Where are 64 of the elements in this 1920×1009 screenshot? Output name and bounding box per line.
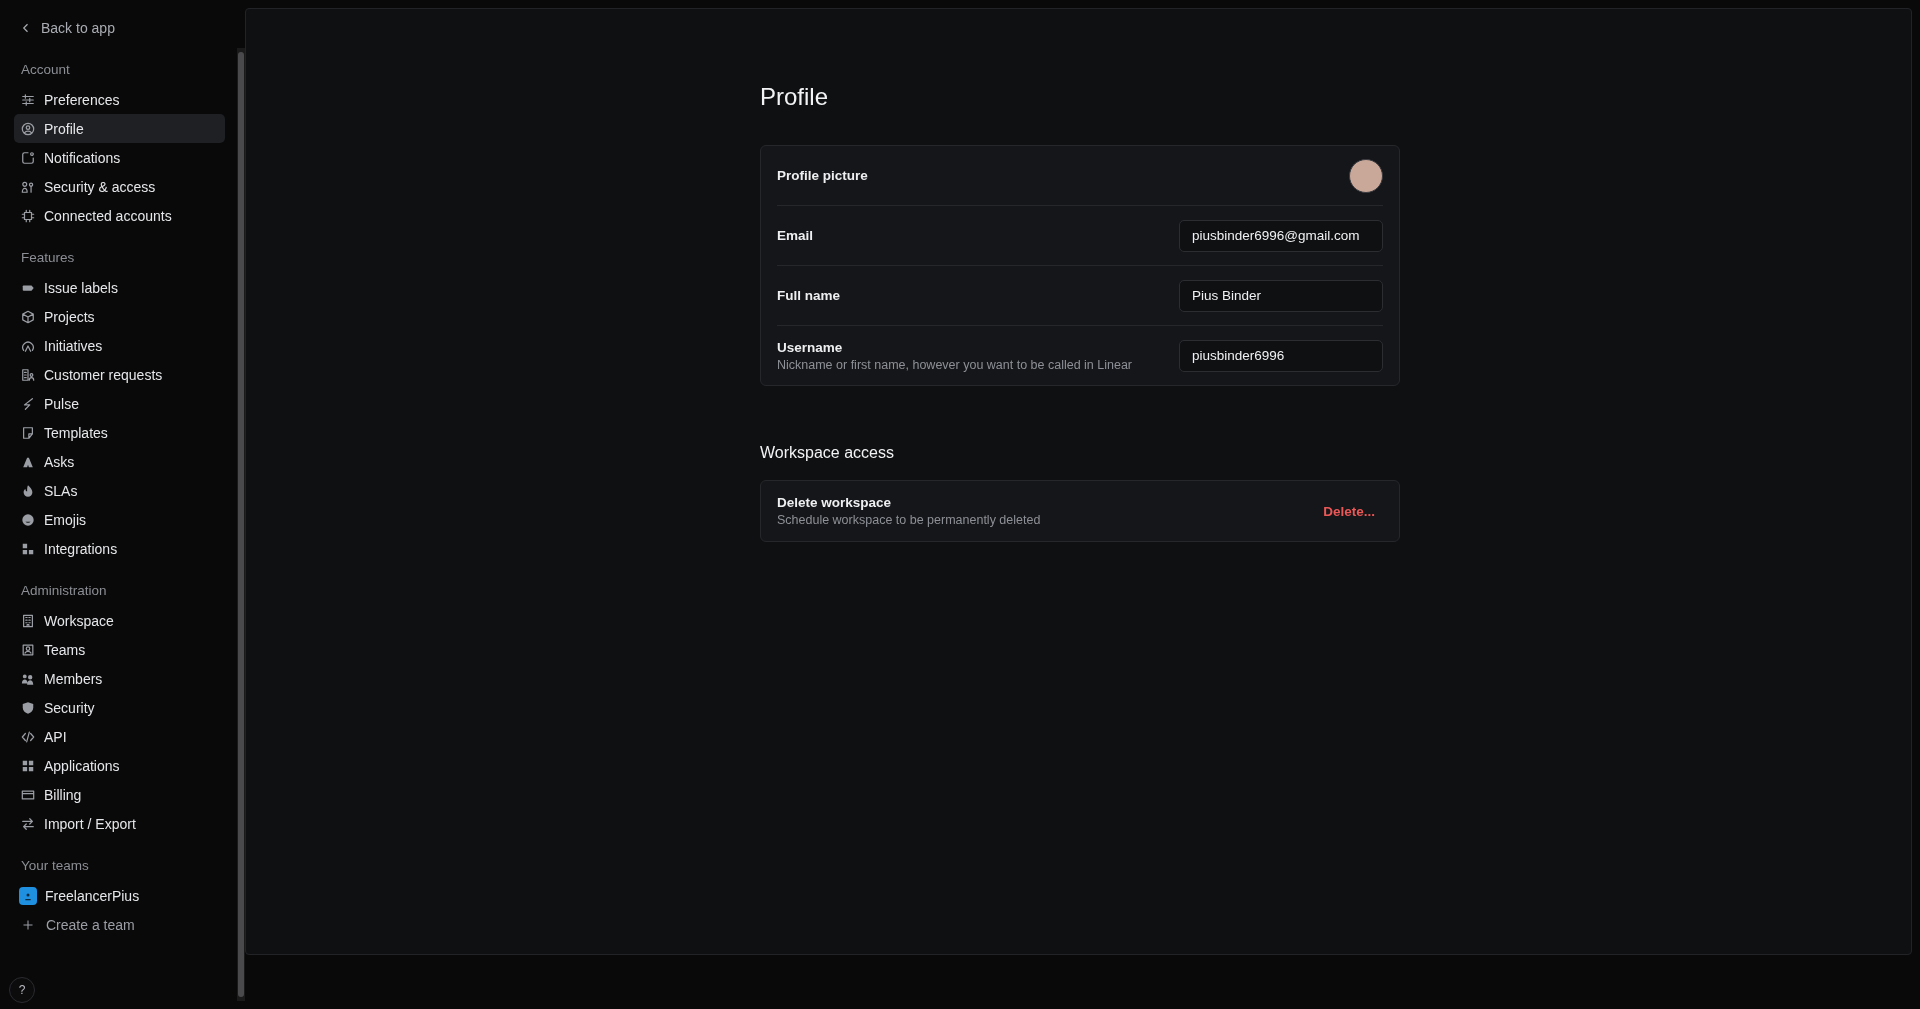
sidebar-item[interactable]: Security & access <box>14 172 225 201</box>
section-heading: Features <box>20 249 76 267</box>
sidebar-item[interactable]: Security <box>14 693 225 722</box>
sidebar-item[interactable]: Customer requests <box>14 360 225 389</box>
plus-icon <box>22 918 34 931</box>
setting-title: Delete workspace <box>777 495 893 510</box>
building-person-icon <box>21 367 35 382</box>
arrows-icon <box>21 816 35 831</box>
sidebar-item[interactable]: Import / Export <box>14 809 225 838</box>
sidebar-item[interactable]: Members <box>14 664 225 693</box>
person-icon <box>21 179 35 194</box>
cube-icon <box>21 309 35 324</box>
flame-icon <box>21 483 35 498</box>
sidebar-item[interactable]: Profile <box>14 114 225 143</box>
sliders-icon <box>21 92 35 107</box>
sidebar-item[interactable]: SLAs <box>14 476 225 505</box>
avatar[interactable] <box>1349 158 1383 193</box>
arch-icon <box>21 338 35 353</box>
section-heading: Your teams <box>20 857 90 875</box>
sidebar-item[interactable]: Templates <box>14 418 225 447</box>
text-field[interactable]: piusbinder6996 <box>1179 339 1383 372</box>
shield-icon <box>21 700 35 715</box>
sidebar-item[interactable]: Issue labels <box>14 273 225 302</box>
section-heading: Administration <box>20 582 108 600</box>
back-link[interactable]: Back to app <box>14 14 121 42</box>
page-title: Profile <box>760 83 830 111</box>
section-title: Workspace access <box>760 444 895 462</box>
field-label: Username <box>777 339 844 355</box>
help-button[interactable]: ? <box>9 977 35 1003</box>
section-heading: Account <box>20 61 71 79</box>
sidebar-item[interactable]: Pulse <box>14 389 225 418</box>
lightning-icon <box>21 396 35 411</box>
credit-card-icon <box>21 787 35 802</box>
code-icon <box>21 729 35 744</box>
sidebar-item[interactable]: Projects <box>14 302 225 331</box>
sidebar-item[interactable]: Workspace <box>14 606 225 635</box>
sidebar-item[interactable]: Asks <box>14 447 225 476</box>
field-label: Full name <box>777 288 840 303</box>
sidebar-item[interactable]: Emojis <box>14 505 225 534</box>
grid-plus-icon <box>21 541 35 556</box>
field-label: Profile picture <box>777 168 868 183</box>
sidebar-item[interactable]: Preferences <box>14 85 225 114</box>
setting-description: Schedule workspace to be permanently deleted <box>777 513 1041 527</box>
sidebar-item[interactable]: API <box>14 722 225 751</box>
team-item[interactable]: FreelancerPius <box>14 881 225 910</box>
id-card-icon <box>21 642 35 657</box>
sidebar-item[interactable]: Initiatives <box>14 331 225 360</box>
sidebar-item[interactable]: Billing <box>14 780 225 809</box>
sidebar-item[interactable]: Applications <box>14 751 225 780</box>
delete-button[interactable]: Delete... <box>1315 497 1383 525</box>
text-field[interactable]: piusbinder6996@gmail.com <box>1179 219 1383 252</box>
create-team-link[interactable]: Create a team <box>14 910 225 939</box>
scrollbar[interactable] <box>237 48 245 1001</box>
chip-icon <box>21 208 35 223</box>
sidebar-item[interactable]: Notifications <box>14 143 225 172</box>
field-hint: Nickname or first name, however you want to be called in Linear <box>777 357 1133 372</box>
grid-icon <box>21 758 35 773</box>
sidebar-item[interactable]: Integrations <box>14 534 225 563</box>
text-field[interactable]: Pius Binder <box>1179 279 1383 312</box>
sidebar-item[interactable]: Teams <box>14 635 225 664</box>
building-icon <box>21 613 35 628</box>
sidebar-item[interactable]: Connected accounts <box>14 201 225 230</box>
field-label: Email <box>777 228 814 243</box>
note-icon <box>21 425 35 440</box>
